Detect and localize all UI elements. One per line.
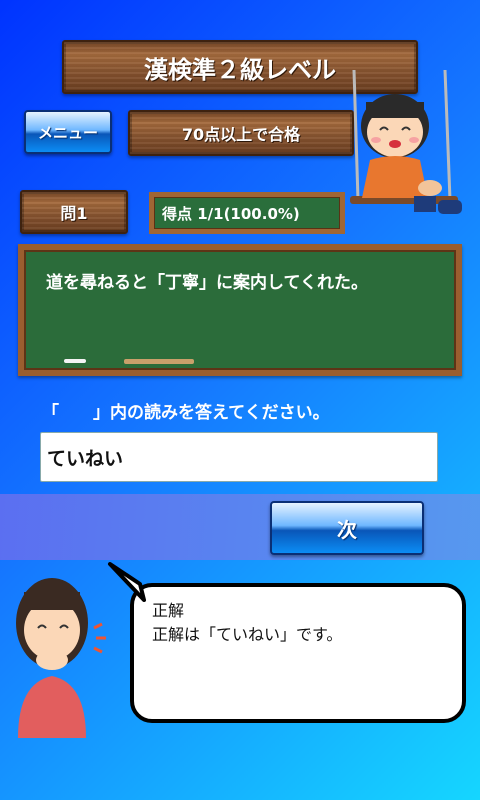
page-title: 漢検準２級レベル xyxy=(144,55,336,84)
question-chalkboard: 道を尋ねると「丁寧」に案内してくれた。 xyxy=(18,244,462,376)
speech-bubble-tail xyxy=(108,562,146,602)
swing-girl-illustration xyxy=(340,69,480,230)
score-label: 得点 1/1(100.0%) xyxy=(162,204,300,223)
chalk-piece xyxy=(64,359,86,363)
pass-condition-label: 70点以上で合格 xyxy=(181,125,301,144)
woman-icon xyxy=(16,578,106,738)
instruction-text: 「 」内の読みを答えてください。 xyxy=(42,403,330,423)
pass-condition-banner: 70点以上で合格 xyxy=(128,110,354,156)
chalk-tray xyxy=(124,359,194,364)
menu-button[interactable]: メニュー xyxy=(24,110,112,154)
feedback-title: 正解 xyxy=(152,601,185,620)
next-button-label: 次 xyxy=(337,517,357,542)
question-number-badge: 問1 xyxy=(20,190,128,234)
swing-girl-icon xyxy=(350,69,462,214)
feedback-message: 正解は「ていねい」です。 xyxy=(152,625,343,644)
question-number-label: 問1 xyxy=(60,204,88,223)
feedback-speech-bubble: 正解 正解は「ていねい」です。 xyxy=(130,583,466,723)
score-board: 得点 1/1(100.0%) xyxy=(149,192,345,234)
woman-illustration xyxy=(4,568,114,738)
answer-input[interactable] xyxy=(40,432,438,482)
menu-button-label: メニュー xyxy=(37,123,98,142)
question-text: 道を尋ねると「丁寧」に案内してくれた。 xyxy=(46,273,368,293)
next-button[interactable]: 次 xyxy=(270,501,424,555)
